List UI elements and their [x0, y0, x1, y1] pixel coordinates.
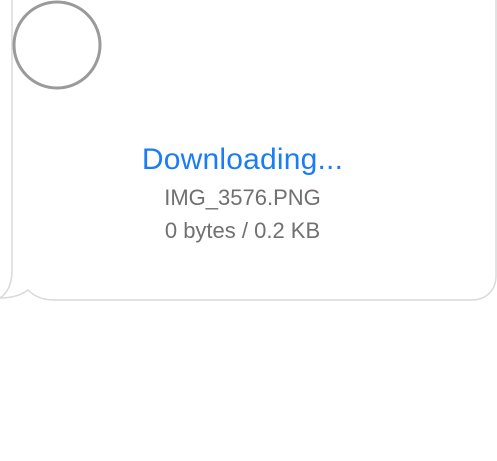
file-name: IMG_3576.PNG [164, 185, 321, 210]
download-status[interactable]: Downloading... [0, 140, 497, 180]
progress-ring-icon [12, 0, 102, 90]
message-view: Downloading... IMG_3576.PNG 0 bytes / 0.… [0, 0, 497, 461]
download-progress-text: 0 bytes / 0.2 KB [164, 218, 321, 243]
message-bubble[interactable]: Downloading... IMG_3576.PNG 0 bytes / 0.… [0, 0, 497, 310]
